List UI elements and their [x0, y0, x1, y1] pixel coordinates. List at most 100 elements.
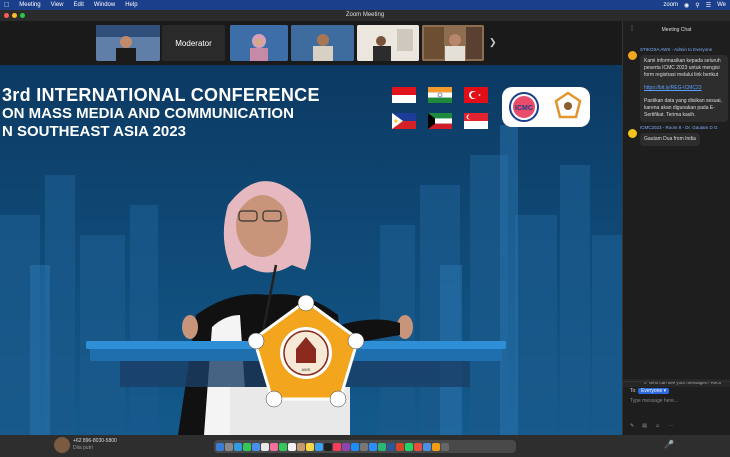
participant-video	[357, 25, 419, 61]
svg-text:ICMC: ICMC	[515, 105, 533, 112]
india-flag-icon	[428, 87, 452, 103]
system-settings-icon[interactable]	[360, 442, 368, 451]
search-icon[interactable]: ⚲	[695, 2, 699, 9]
recipient-value: Everyone	[641, 388, 663, 394]
message-sender: ICMC2023 - Room 8 - Dr. Gautam D G	[640, 125, 718, 130]
caller-info: +62 896-8030-5800 Dila putri	[73, 438, 117, 452]
participant-tile[interactable]	[291, 25, 354, 61]
meeting-chat-panel: Meeting Chat ⋮ STIKOSA AWS - Admin to Ev…	[622, 21, 730, 435]
participant-tile[interactable]	[96, 25, 160, 61]
maps-icon[interactable]	[261, 442, 269, 451]
chat-options-icon[interactable]: ⋮	[629, 25, 635, 32]
zoom-window-button[interactable]	[20, 13, 25, 18]
chat-message: ICMC2023 - Room 8 - Dr. Gautam D G Gauta…	[640, 124, 730, 146]
menu-window[interactable]: Window	[94, 2, 115, 8]
chat-toolbar: ✎ ▤ ☺ ⋯	[630, 423, 673, 429]
participant-tile-moderator[interactable]: Moderator	[162, 25, 225, 61]
caller-name: Dila putri	[73, 445, 93, 451]
recipient-dropdown[interactable]: Everyone ▾	[638, 388, 670, 394]
more-icon[interactable]: ⋯	[668, 423, 673, 429]
preview-icon[interactable]	[423, 442, 431, 451]
app-store-icon[interactable]	[351, 442, 359, 451]
avatar	[628, 51, 637, 60]
word-icon[interactable]	[387, 442, 395, 451]
messages-icon[interactable]	[243, 442, 251, 451]
recipient-row: To: Everyone ▾	[630, 388, 670, 394]
participant-video	[230, 25, 288, 61]
shared-screen: 3rd INTERNATIONAL CONFERENCE ON MASS MED…	[0, 65, 622, 435]
chat-title: Meeting Chat	[661, 27, 692, 33]
avatar	[628, 129, 637, 138]
whatsapp-icon[interactable]	[405, 442, 413, 451]
zoom-app-label[interactable]: zoom	[663, 2, 678, 8]
stikosa-aws-emblem-icon: AWS	[247, 295, 365, 408]
microphone-icon[interactable]: 🎤	[664, 440, 674, 449]
caller-avatar	[54, 437, 70, 453]
caller-number: +62 896-8030-5800	[73, 438, 117, 444]
menu-view[interactable]: View	[51, 2, 64, 8]
singapore-flag-icon	[464, 113, 488, 129]
format-icon[interactable]: ✎	[630, 423, 634, 429]
conference-subtitle-region: N SOUTHEAST ASIA 2023	[2, 123, 186, 140]
chat-compose: To: Everyone ▾ Type message here... ✎ ▤ …	[623, 381, 730, 435]
message-note: Pastikan data yang diisikan sesuai, kare…	[644, 98, 722, 118]
podcasts-icon[interactable]	[342, 442, 350, 451]
apple-icon[interactable]: 	[4, 2, 9, 9]
photos-icon[interactable]	[270, 442, 278, 451]
to-label: To:	[630, 388, 637, 394]
close-window-button[interactable]	[4, 13, 9, 18]
participant-name: Moderator	[175, 38, 212, 48]
menu-meeting[interactable]: Meeting	[19, 2, 40, 8]
mac-dock	[214, 440, 516, 453]
emblem-abbr: AWS	[302, 367, 311, 372]
participant-tile[interactable]	[422, 25, 484, 61]
launchpad-icon[interactable]	[225, 442, 233, 451]
zoom-dock-icon[interactable]	[369, 442, 377, 451]
turkey-flag-icon	[464, 87, 488, 103]
participant-tile[interactable]	[357, 25, 419, 61]
message-bubble: Gautam Dua from India	[640, 133, 700, 146]
minimize-window-button[interactable]	[12, 13, 17, 18]
message-body: Gautam Dua from India	[644, 136, 696, 142]
control-center-icon[interactable]: ☰	[706, 2, 711, 9]
message-bubble: Kami informasikan kepada seluruh peserta…	[640, 55, 728, 122]
participant-tile[interactable]	[230, 25, 288, 61]
notes-icon[interactable]	[306, 442, 314, 451]
window-titlebar: Zoom Meeting	[0, 10, 730, 21]
next-page-icon[interactable]: ❯	[489, 37, 497, 48]
acrobat-icon[interactable]	[414, 442, 422, 451]
safari-icon[interactable]	[234, 442, 242, 451]
incoming-call[interactable]: +62 896-8030-5800 Dila putri	[54, 437, 117, 453]
attach-file-icon[interactable]: ▤	[642, 423, 647, 429]
powerpoint-icon[interactable]	[396, 442, 404, 451]
trash-icon[interactable]	[441, 442, 449, 451]
window-controls	[4, 13, 25, 18]
country-flags	[392, 85, 492, 129]
excel-icon[interactable]	[378, 442, 386, 451]
contacts-icon[interactable]	[297, 442, 305, 451]
downloads-icon[interactable]	[432, 442, 440, 451]
menu-help[interactable]: Help	[125, 2, 137, 8]
calendar-icon[interactable]	[288, 442, 296, 451]
partner-logos: ICMC	[502, 87, 590, 127]
music-icon[interactable]	[333, 442, 341, 451]
clock[interactable]: We	[717, 2, 726, 8]
message-sender: STIKOSA AWS - Admin to Everyone	[640, 47, 713, 52]
indonesia-flag-icon	[392, 87, 416, 103]
chat-input[interactable]: Type message here...	[630, 398, 678, 404]
conference-subtitle: ON MASS MEDIA AND COMMUNICATION	[2, 105, 294, 122]
menu-edit[interactable]: Edit	[74, 2, 84, 8]
finder-icon[interactable]	[216, 442, 224, 451]
wifi-icon[interactable]: ◉	[684, 2, 689, 9]
menu-bar:  Meeting View Edit Window Help zoom ◉ ⚲…	[0, 0, 730, 10]
registration-link[interactable]: https://bit.ly/REG-ICMC23	[644, 85, 724, 92]
window-title: Zoom Meeting	[345, 12, 385, 18]
apple-tv-icon[interactable]	[324, 442, 332, 451]
facetime-icon[interactable]	[279, 442, 287, 451]
emoji-icon[interactable]: ☺	[655, 423, 660, 429]
bottom-bar: +62 896-8030-5800 Dila putri 🎤	[0, 435, 730, 457]
philippines-flag-icon	[392, 113, 416, 129]
icmc-logo-icon: ICMC	[509, 91, 582, 122]
mail-icon[interactable]	[252, 442, 260, 451]
reminders-icon[interactable]	[315, 442, 323, 451]
